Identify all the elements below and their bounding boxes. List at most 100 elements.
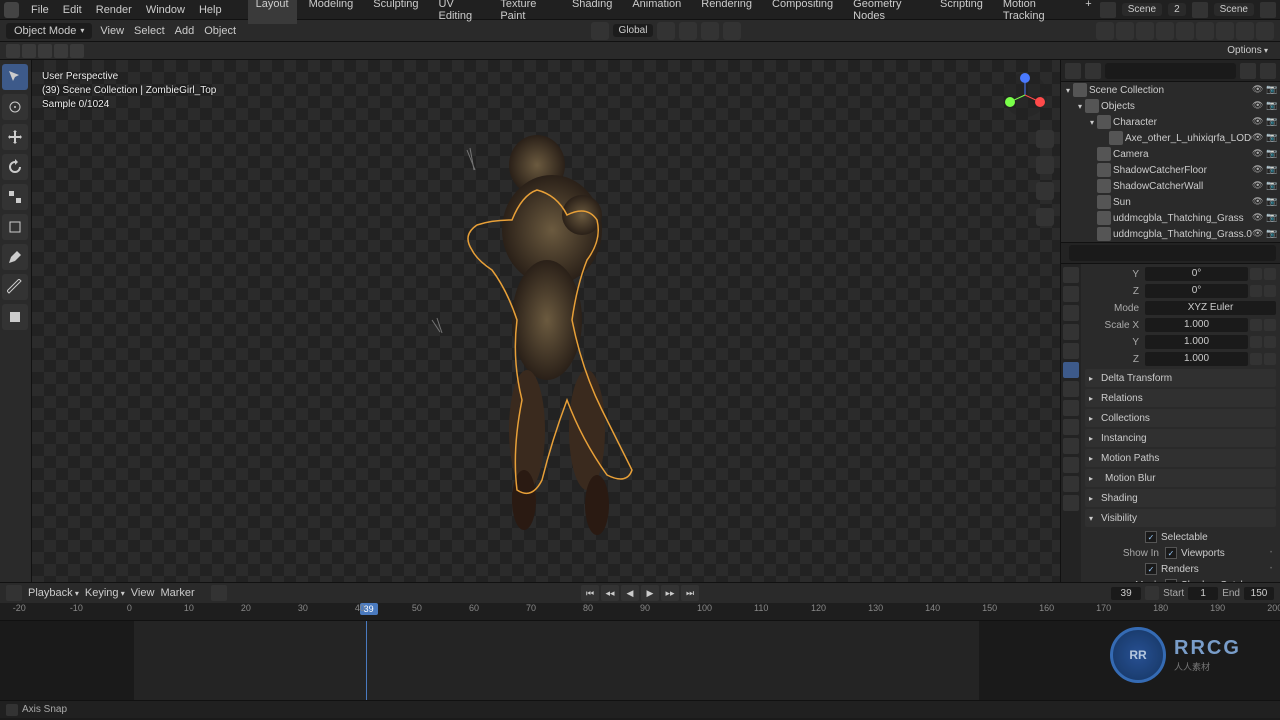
ptab-constraint[interactable] <box>1063 438 1079 454</box>
annotate-tool[interactable] <box>2 244 28 270</box>
ptab-data[interactable] <box>1063 457 1079 473</box>
tab-geonodes[interactable]: Geometry Nodes <box>845 0 928 24</box>
timeline-view-menu[interactable]: View <box>131 587 155 599</box>
props-search[interactable] <box>1069 245 1276 261</box>
outliner-row[interactable]: Sun👁📷 <box>1061 194 1280 210</box>
move-tool[interactable] <box>2 124 28 150</box>
autokey-icon[interactable] <box>211 585 227 601</box>
ptab-world[interactable] <box>1063 343 1079 359</box>
end-frame-field[interactable]: 150 <box>1244 587 1274 600</box>
prop-edit-icon[interactable] <box>723 22 741 40</box>
panel-visibility[interactable]: ▾Visibility <box>1085 509 1276 527</box>
jump-start-icon[interactable]: ⏮ <box>581 585 599 601</box>
menu-file[interactable]: File <box>25 2 55 18</box>
xray-icon[interactable] <box>1156 22 1174 40</box>
playback-menu[interactable]: Playback <box>28 587 79 599</box>
outliner-row[interactable]: ShadowCatcherFloor👁📷 <box>1061 162 1280 178</box>
keying-menu[interactable]: Keying <box>85 587 125 599</box>
options-dropdown[interactable]: Options <box>1221 43 1274 58</box>
outliner-row[interactable]: Axe_other_L_uhixiqrfa_LOD0.001👁📷 <box>1061 130 1280 146</box>
pause-icon[interactable] <box>1256 22 1274 40</box>
snap-icon[interactable] <box>679 22 697 40</box>
rot-z-anim[interactable] <box>1264 285 1276 297</box>
zoom-icon[interactable] <box>1036 130 1054 148</box>
tab-motiontrack[interactable]: Motion Tracking <box>995 0 1073 24</box>
outliner-mode-icon[interactable] <box>1065 63 1081 79</box>
selmode-1-icon[interactable] <box>6 44 20 58</box>
transform-tool[interactable] <box>2 214 28 240</box>
cb-viewports[interactable] <box>1165 547 1177 559</box>
outliner-row[interactable]: ▾Scene Collection👁📷 <box>1061 82 1280 98</box>
rotate-tool[interactable] <box>2 154 28 180</box>
rot-z-field[interactable]: 0° <box>1145 284 1248 298</box>
tab-sculpting[interactable]: Sculpting <box>365 0 426 24</box>
play-icon[interactable]: ▶ <box>641 585 659 601</box>
cursor-tool[interactable] <box>2 94 28 120</box>
scale-x-field[interactable]: 1.000 <box>1145 318 1248 332</box>
scale-y-field[interactable]: 1.000 <box>1145 335 1248 349</box>
panel-motionpaths[interactable]: ▸Motion Paths <box>1085 449 1276 467</box>
scale-y-lock[interactable] <box>1250 336 1262 348</box>
outliner-row[interactable]: ▾Objects👁📷 <box>1061 98 1280 114</box>
ptab-modifier[interactable] <box>1063 381 1079 397</box>
panel-motionblur[interactable]: ▸Motion Blur <box>1085 469 1276 487</box>
tab-animation[interactable]: Animation <box>624 0 689 24</box>
add-menu[interactable]: Add <box>175 25 195 37</box>
ptab-material[interactable] <box>1063 476 1079 492</box>
jump-end-icon[interactable]: ⏭ <box>681 585 699 601</box>
scene-num[interactable]: 2 <box>1168 3 1186 16</box>
rot-y-lock[interactable] <box>1250 268 1262 280</box>
select-tool[interactable] <box>2 64 28 90</box>
timeline-track[interactable] <box>0 621 1280 700</box>
marker-menu[interactable]: Marker <box>160 587 194 599</box>
outliner-new-icon[interactable] <box>1260 63 1276 79</box>
tab-uv[interactable]: UV Editing <box>431 0 489 24</box>
window-icon[interactable] <box>1260 2 1276 18</box>
ptab-scene[interactable] <box>1063 324 1079 340</box>
ptab-render[interactable] <box>1063 267 1079 283</box>
outliner-row[interactable]: uddmcgbla_Thatching_Grass.001👁📷 <box>1061 226 1280 242</box>
scale-tool[interactable] <box>2 184 28 210</box>
overlay-toggle-icon[interactable] <box>1136 22 1154 40</box>
menu-edit[interactable]: Edit <box>57 2 88 18</box>
rot-mode-field[interactable]: XYZ Euler <box>1145 301 1276 315</box>
ptab-physics[interactable] <box>1063 419 1079 435</box>
measure-tool[interactable] <box>2 274 28 300</box>
object-menu[interactable]: Object <box>204 25 236 37</box>
pan-icon[interactable] <box>1036 156 1054 174</box>
panel-delta[interactable]: ▸Delta Transform <box>1085 369 1276 387</box>
selmode-3-icon[interactable] <box>38 44 52 58</box>
snap-type-icon[interactable] <box>701 22 719 40</box>
outliner-row[interactable]: ▾Character👁📷 <box>1061 114 1280 130</box>
scale-z-lock[interactable] <box>1250 353 1262 365</box>
tab-add[interactable]: + <box>1077 0 1099 24</box>
rot-y-anim[interactable] <box>1264 268 1276 280</box>
cb-renders[interactable] <box>1145 563 1157 575</box>
selmode-4-icon[interactable] <box>54 44 68 58</box>
ptab-particle[interactable] <box>1063 400 1079 416</box>
current-frame-field[interactable]: 39 <box>1111 587 1141 600</box>
shading-solid-icon[interactable] <box>1196 22 1214 40</box>
character-mesh[interactable] <box>422 120 702 560</box>
shading-wire-icon[interactable] <box>1176 22 1194 40</box>
outliner-row[interactable]: Camera👁📷 <box>1061 146 1280 162</box>
panel-instancing[interactable]: ▸Instancing <box>1085 429 1276 447</box>
3d-viewport[interactable]: User Perspective (39) Scene Collection |… <box>32 60 1060 582</box>
ptab-object[interactable] <box>1063 362 1079 378</box>
selmode-2-icon[interactable] <box>22 44 36 58</box>
scale-x-lock[interactable] <box>1250 319 1262 331</box>
keyframe-next-icon[interactable]: ▸▸ <box>661 585 679 601</box>
tab-layout[interactable]: Layout <box>248 0 297 24</box>
start-frame-field[interactable]: 1 <box>1188 587 1218 600</box>
outliner-search[interactable] <box>1105 63 1236 79</box>
gizmo-toggle-icon[interactable] <box>1116 22 1134 40</box>
scale-z-field[interactable]: 1.000 <box>1145 352 1248 366</box>
play-rev-icon[interactable]: ◀ <box>621 585 639 601</box>
viewlayer-field[interactable]: Scene <box>1214 3 1254 16</box>
panel-collections[interactable]: ▸Collections <box>1085 409 1276 427</box>
selmode-5-icon[interactable] <box>70 44 84 58</box>
outliner-row[interactable]: uddmcgbla_Thatching_Grass👁📷 <box>1061 210 1280 226</box>
app-logo[interactable] <box>4 2 19 18</box>
tab-modeling[interactable]: Modeling <box>301 0 362 24</box>
menu-window[interactable]: Window <box>140 2 191 18</box>
